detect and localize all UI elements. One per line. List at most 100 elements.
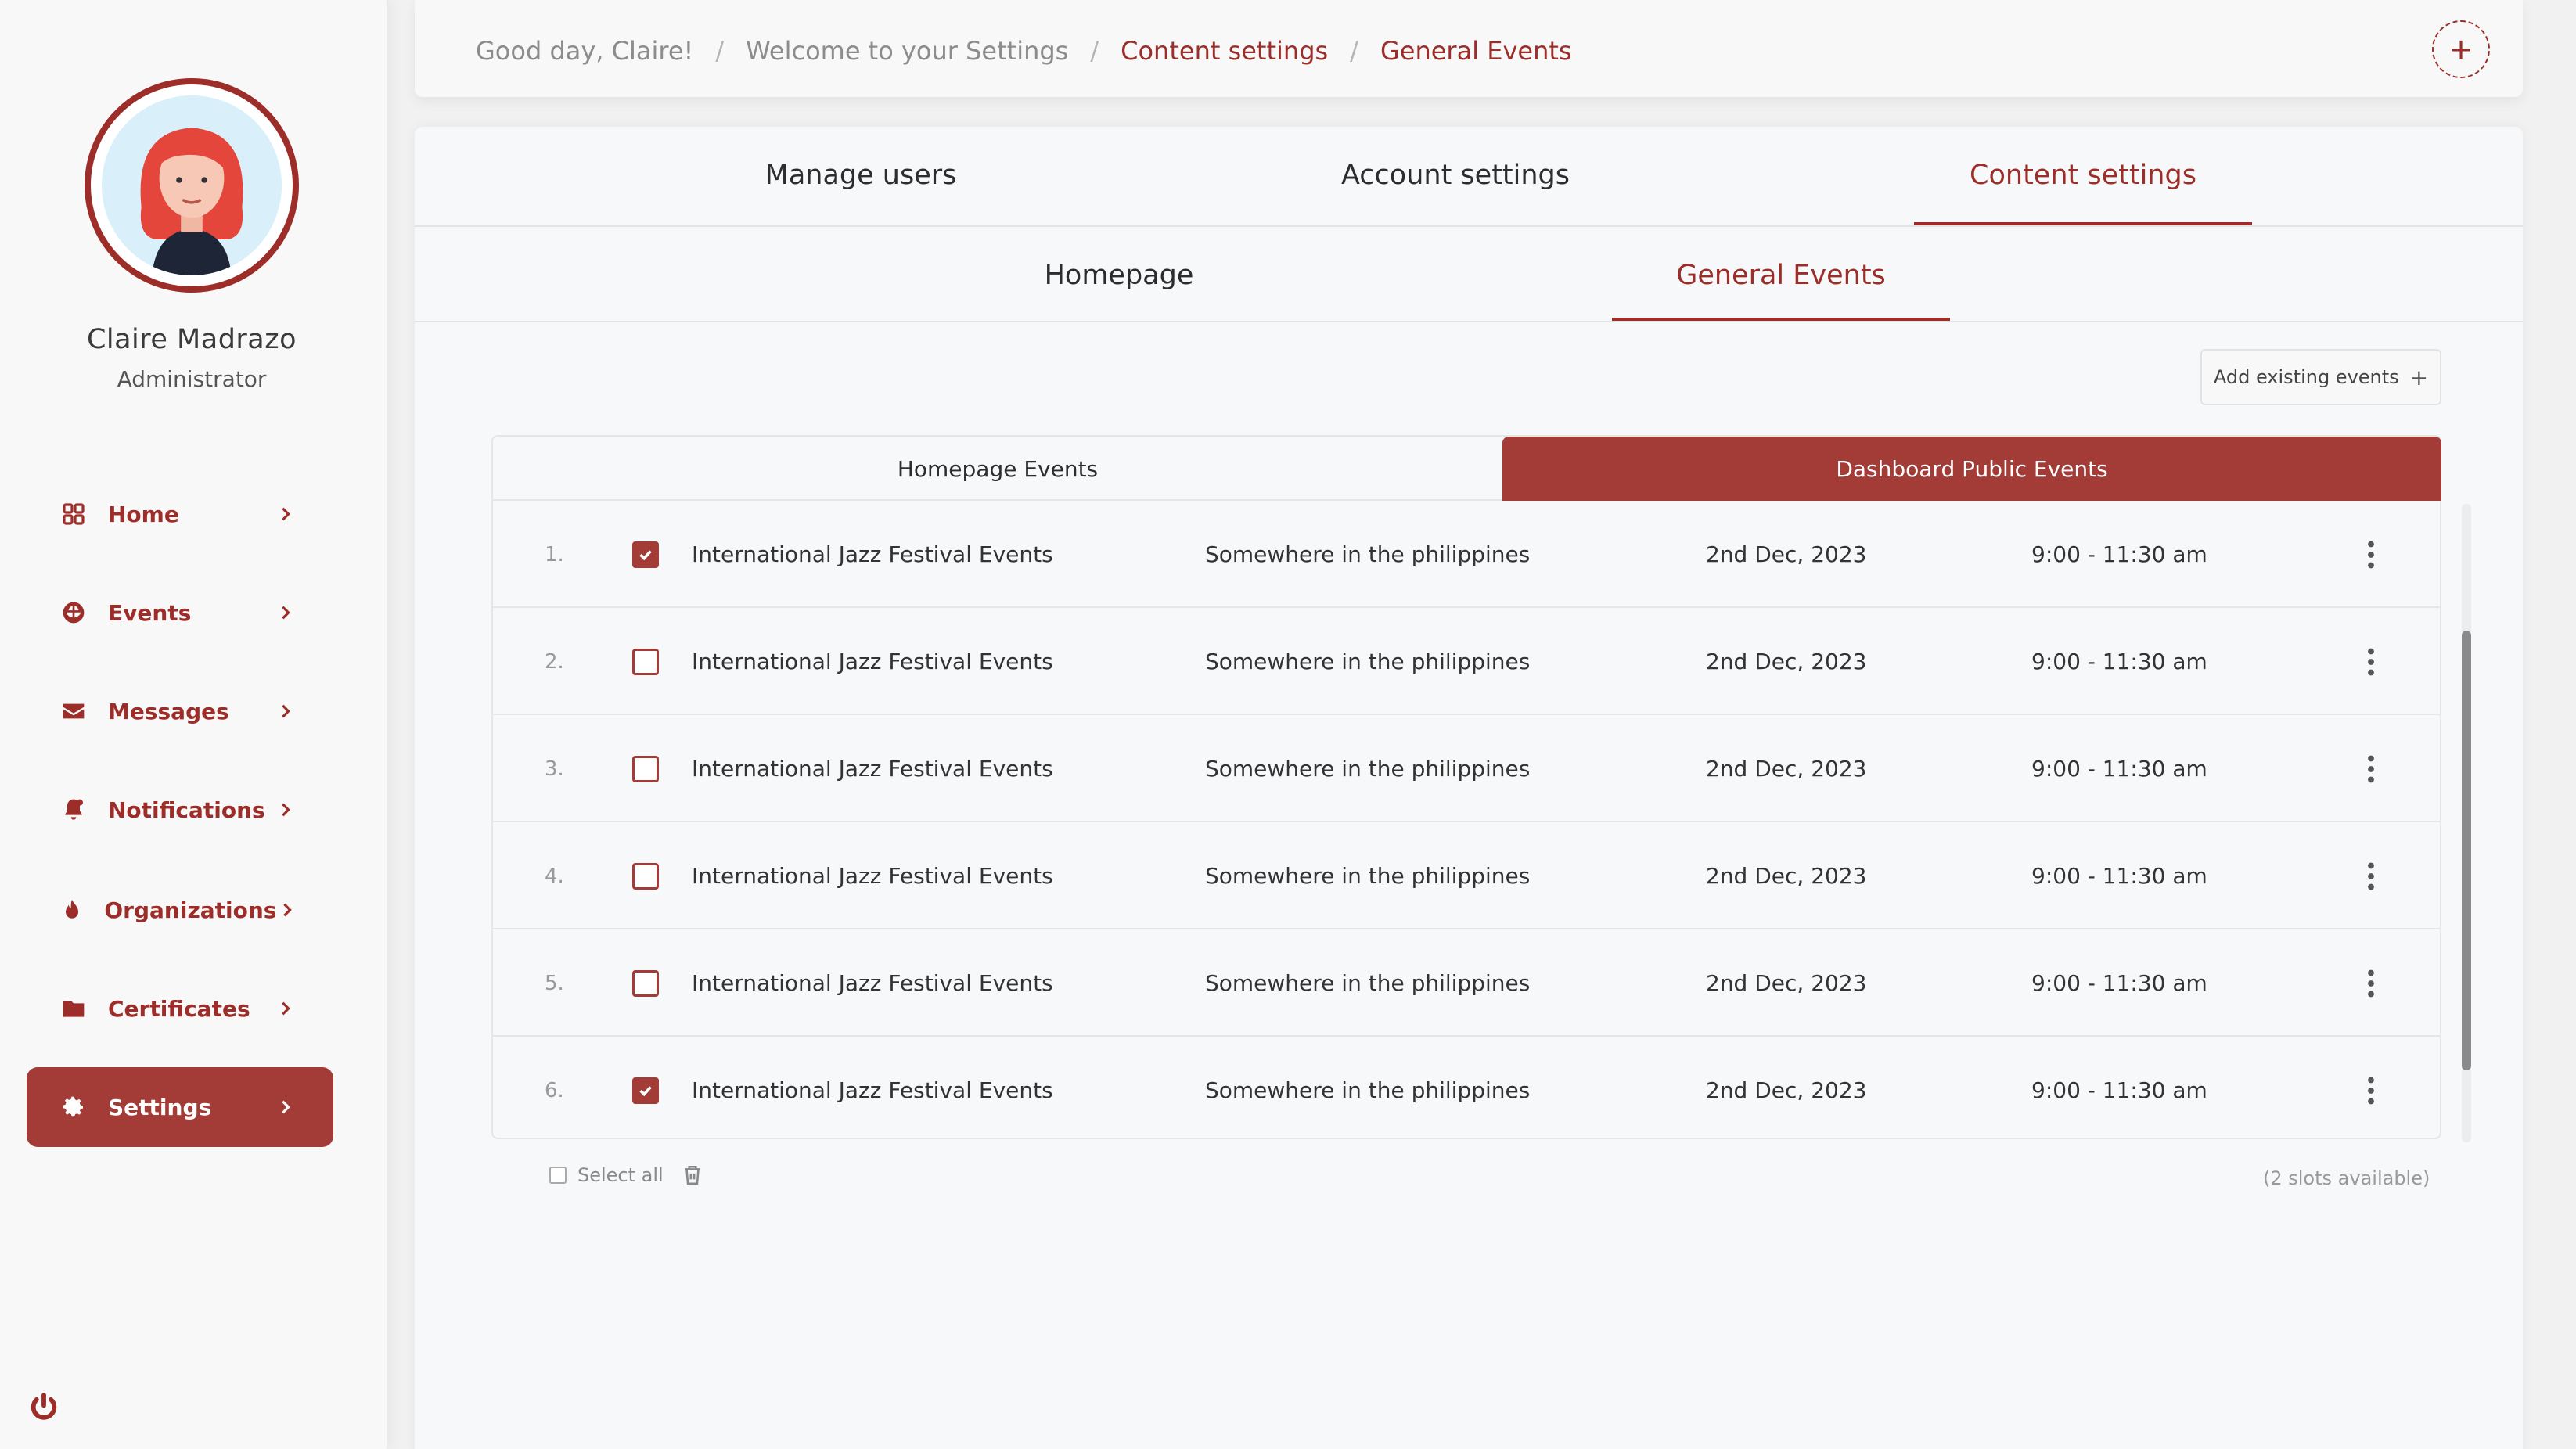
event-time: 9:00 - 11:30 am [2031,541,2207,567]
chevron-right-icon [274,606,297,620]
event-name: International Jazz Festival Events [692,541,1053,567]
more-options-icon[interactable] [2355,929,2387,1037]
top-bar: Good day, Claire! / Welcome to your Sett… [415,0,2523,97]
add-existing-label: Add existing events [2213,366,2399,388]
check-icon [639,549,652,560]
table-row: 6. International Jazz Festival Events So… [493,1037,2441,1144]
check-icon [639,1085,652,1096]
event-rows: 1. International Jazz Festival Events So… [493,501,2441,1144]
more-options-icon[interactable] [2355,822,2387,929]
breadcrumb-section[interactable]: Content settings [1121,36,1328,66]
row-checkbox[interactable] [632,648,659,675]
table-row: 2. International Jazz Festival Events So… [493,608,2441,715]
row-checkbox[interactable] [632,541,659,568]
sidebar-item-events[interactable]: Events [27,573,333,653]
chevron-right-icon [274,1001,297,1016]
sidebar-item-notifications[interactable]: Notifications [27,770,333,850]
row-checkbox[interactable] [632,1077,659,1104]
sidebar-item-organizations[interactable]: Organizations [27,870,333,950]
profile-role: Administrator [117,366,267,392]
event-date: 2nd Dec, 2023 [1706,863,1867,889]
breadcrumb-welcome[interactable]: Welcome to your Settings [746,36,1068,66]
event-date: 2nd Dec, 2023 [1706,649,1867,674]
event-name: International Jazz Festival Events [692,649,1053,674]
event-name: International Jazz Festival Events [692,863,1053,889]
tab-homepage-events[interactable]: Homepage Events [493,437,1502,501]
folder-icon [58,993,89,1024]
breadcrumb-separator: / [1350,36,1358,66]
avatar[interactable] [85,78,299,293]
event-location: Somewhere in the philippines [1205,756,1531,782]
tab-dashboard-public-events[interactable]: Dashboard Public Events [1502,437,2441,501]
sidebar: Claire Madrazo Administrator Home Events… [0,0,387,1449]
row-number: 3. [545,757,564,781]
event-date: 2nd Dec, 2023 [1706,756,1867,782]
gear-icon [58,1091,89,1123]
chevron-right-icon [276,903,297,917]
more-options-icon[interactable] [2355,608,2387,715]
row-number: 2. [545,649,564,674]
event-location: Somewhere in the philippines [1205,649,1531,674]
table-row: 1. International Jazz Festival Events So… [493,501,2441,608]
table-row: 5. International Jazz Festival Events So… [493,929,2441,1037]
secondary-tabs: Homepage General Events [415,227,2523,322]
power-icon[interactable] [28,1391,59,1422]
sidebar-item-certificates[interactable]: Certificates [27,969,333,1048]
events-table: Homepage Events Dashboard Public Events … [491,435,2441,1139]
add-existing-events-button[interactable]: Add existing events + [2200,349,2441,405]
event-name: International Jazz Festival Events [692,1077,1053,1103]
row-number: 6. [545,1078,564,1102]
add-button[interactable]: + [2432,20,2490,78]
sidebar-item-messages[interactable]: Messages [27,671,333,751]
event-type-tabs: Homepage Events Dashboard Public Events [493,437,2441,501]
slots-available: (2 slots available) [2263,1167,2430,1189]
event-time: 9:00 - 11:30 am [2031,1077,2207,1103]
event-date: 2nd Dec, 2023 [1706,970,1867,996]
sidebar-item-settings[interactable]: Settings [27,1067,333,1147]
tab-manage-users[interactable]: Manage users [743,160,978,191]
breadcrumb-separator: / [715,36,725,66]
event-location: Somewhere in the philippines [1205,970,1531,996]
chevron-right-icon [274,803,297,817]
sidebar-item-label: Settings [108,1094,212,1120]
event-date: 2nd Dec, 2023 [1706,541,1867,567]
chevron-right-icon [274,704,297,718]
row-number: 4. [545,864,564,888]
row-checkbox[interactable] [632,755,659,782]
flame-icon [58,894,85,926]
event-name: International Jazz Festival Events [692,756,1053,782]
event-time: 9:00 - 11:30 am [2031,970,2207,996]
chevron-right-icon [274,1100,297,1114]
more-options-icon[interactable] [2355,501,2387,608]
more-options-icon[interactable] [2355,715,2387,822]
scrollbar-thumb[interactable] [2462,631,2471,1070]
sidebar-item-home[interactable]: Home [27,474,333,554]
event-name: International Jazz Festival Events [692,970,1053,996]
bell-icon [58,794,89,825]
select-all-checkbox[interactable] [549,1167,567,1184]
tab-homepage[interactable]: Homepage [1002,260,1236,291]
event-location: Somewhere in the philippines [1205,863,1531,889]
table-row: 4. International Jazz Festival Events So… [493,822,2441,929]
active-tab-indicator [1612,318,1950,321]
sidebar-item-label: Home [108,501,179,527]
more-options-icon[interactable] [2355,1037,2387,1144]
tab-content-settings[interactable]: Content settings [1914,160,2252,191]
primary-tabs: Manage users Account settings Content se… [415,127,2523,227]
scrollbar[interactable] [2462,504,2471,1142]
event-location: Somewhere in the philippines [1205,541,1531,567]
tab-general-events[interactable]: General Events [1612,260,1950,291]
trash-icon[interactable] [682,1164,703,1186]
select-all-label: Select all [577,1164,664,1186]
row-number: 5. [545,971,564,995]
envelope-icon [58,696,89,727]
sidebar-item-label: Certificates [108,995,250,1022]
row-checkbox[interactable] [632,862,659,890]
grid-icon [58,498,89,530]
event-location: Somewhere in the philippines [1205,1077,1531,1103]
sidebar-item-label: Notifications [108,796,265,823]
row-checkbox[interactable] [632,969,659,997]
tab-account-settings[interactable]: Account settings [1322,160,1588,191]
sidebar-item-label: Messages [108,698,229,724]
select-all-control[interactable]: Select all [549,1164,703,1186]
